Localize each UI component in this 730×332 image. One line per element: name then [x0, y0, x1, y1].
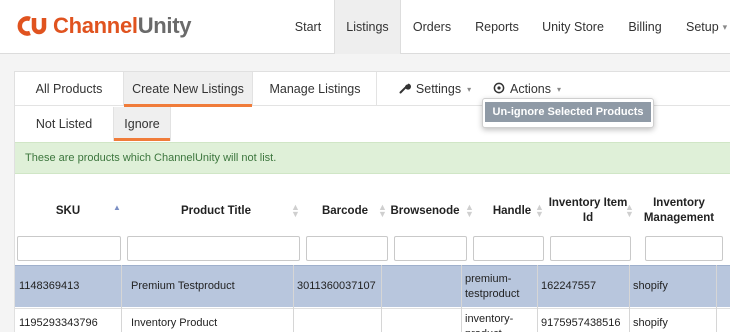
channelunity-logo[interactable]: ChannelUnity [16, 13, 192, 38]
filter-inventory-management-input[interactable] [645, 236, 723, 261]
settings-dropdown[interactable]: Settings ▾ [393, 72, 477, 106]
logo-text-channel: Channel [53, 13, 138, 38]
logo-text-unity: Unity [137, 13, 192, 38]
column-divider [537, 265, 538, 332]
subtab-not-listed[interactable]: Not Listed [15, 107, 113, 141]
nav-billing[interactable]: Billing [616, 0, 674, 54]
column-header-browsenode-label: Browsenode [390, 204, 460, 217]
tab-manage-listings[interactable]: Manage Listings [253, 72, 377, 106]
sort-ascending-icon[interactable]: ▲ [113, 204, 121, 212]
column-header-inventory-management-label: Inventory Management [643, 197, 715, 224]
filter-sku-input[interactable] [17, 236, 121, 261]
settings-label: Settings [415, 82, 462, 96]
tab-create-new-listings[interactable]: Create New Listings [123, 72, 253, 107]
nav-orders-label: Orders [412, 20, 452, 34]
cell-product-title: Premium Testproduct [131, 280, 235, 292]
filter-handle-input[interactable] [473, 236, 544, 261]
column-header-product-title-label: Product Title [180, 204, 252, 217]
top-navbar: ChannelUnity Start Listings Orders Repor… [0, 0, 730, 54]
nav-reports[interactable]: Reports [465, 0, 529, 54]
actions-label: Actions [509, 82, 551, 96]
chevron-down-icon: ▾ [556, 84, 561, 94]
column-header-handle-label: Handle [492, 204, 532, 217]
unignore-selected-products-item[interactable]: Un-ignore Selected Products [485, 102, 651, 122]
subtab-ignore[interactable]: Ignore [113, 107, 171, 141]
wrench-icon [399, 82, 411, 97]
tab-divider [376, 72, 377, 106]
column-divider [461, 265, 462, 332]
info-notice-text: These are products which ChannelUnity wi… [25, 152, 277, 164]
nav-start[interactable]: Start [283, 0, 333, 54]
cell-inventory-management: shopify [633, 317, 668, 329]
cell-inventory-item-id: 162247557 [541, 280, 597, 292]
column-divider [121, 265, 122, 332]
column-header-sku-label: SKU [55, 204, 81, 217]
column-header-inventory-item-id-label: Inventory Item Id [548, 197, 628, 224]
active-subtab-indicator [114, 138, 170, 141]
column-header-barcode-label: Barcode [321, 204, 369, 217]
cell-browsenode [381, 309, 461, 332]
tab-manage-listings-label: Manage Listings [269, 82, 361, 96]
filter-product-title-input[interactable] [127, 236, 300, 261]
table-row[interactable]: 1148369413 Premium Testproduct 301136003… [15, 265, 730, 307]
nav-listings-label: Listings [346, 20, 389, 34]
cell-inventory-management: shopify [633, 280, 668, 292]
filter-browsenode-input[interactable] [394, 236, 467, 261]
column-divider [716, 265, 717, 332]
unignore-selected-products-label: Un-ignore Selected Products [492, 106, 644, 118]
cell-barcode: 3011360037107 [297, 280, 376, 292]
channelunity-logo-icon [17, 16, 47, 36]
column-divider [293, 265, 294, 332]
cell-sku: 1195293343796 [19, 317, 98, 329]
actions-menu: Un-ignore Selected Products [482, 98, 654, 128]
column-header-product-title[interactable]: Product Title [123, 190, 309, 232]
column-divider [381, 265, 382, 332]
column-header-inventory-management[interactable]: Inventory Management [633, 190, 725, 232]
column-header-inventory-item-id[interactable]: Inventory Item Id [543, 190, 633, 232]
subtab-ignore-label: Ignore [124, 117, 160, 131]
nav-setup[interactable]: Setup ▾ [678, 0, 730, 54]
chevron-down-icon: ▾ [722, 21, 728, 32]
nav-unity-store-label: Unity Store [542, 20, 604, 34]
tab-create-new-listings-label: Create New Listings [132, 82, 244, 96]
cell-barcode [293, 309, 381, 332]
chevron-down-icon: ▾ [467, 84, 472, 94]
nav-listings[interactable]: Listings [334, 0, 401, 54]
tab-all-products-label: All Products [35, 82, 103, 96]
cell-inventory-item-id: 9175957438516 [541, 317, 621, 329]
nav-billing-label: Billing [628, 20, 662, 34]
nav-unity-store[interactable]: Unity Store [532, 0, 614, 54]
cell-sku: 1148369413 [19, 280, 80, 292]
column-divider [629, 265, 630, 332]
cell-product-title: Inventory Product [131, 317, 218, 329]
nav-reports-label: Reports [475, 20, 519, 34]
nav-start-label: Start [294, 20, 322, 34]
cell-handle: premium-testproduct [465, 272, 520, 300]
column-header-browsenode[interactable]: Browsenode [385, 190, 465, 232]
column-header-sku[interactable]: SKU [15, 190, 121, 232]
table-header: SKU ▲ Product Title ▲ ▼ Barcode ▲ ▼ Browse… [15, 190, 730, 232]
nav-orders[interactable]: Orders [402, 0, 462, 54]
subtab-not-listed-label: Not Listed [35, 117, 93, 131]
circle-check-icon [493, 82, 505, 97]
cell-handle: inventory-product [465, 313, 514, 332]
filter-inventory-item-id-input[interactable] [550, 236, 631, 261]
filter-barcode-input[interactable] [306, 236, 388, 261]
cell-browsenode [381, 266, 461, 307]
table-row[interactable]: 1195293343796 Inventory Product inventor… [15, 308, 730, 332]
info-notice: These are products which ChannelUnity wi… [15, 142, 730, 174]
tab-all-products[interactable]: All Products [15, 72, 123, 106]
filter-row [15, 234, 730, 264]
nav-setup-label: Setup [686, 20, 719, 34]
